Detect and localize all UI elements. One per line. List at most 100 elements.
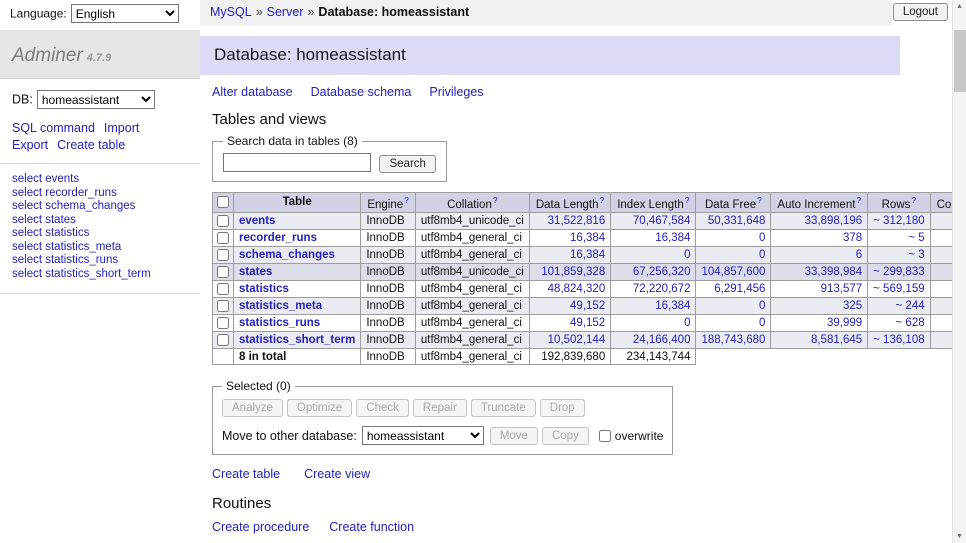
link-create-function[interactable]: Create function: [329, 520, 414, 534]
select-all-checkbox[interactable]: [217, 196, 229, 208]
data-free-link[interactable]: 0: [759, 249, 765, 261]
table-link-statistics[interactable]: statistics: [239, 283, 289, 295]
vertical-scrollbar[interactable]: ▲ ▼: [952, 0, 966, 543]
data-length-link[interactable]: 49,152: [570, 300, 605, 312]
link-create-procedure[interactable]: Create procedure: [212, 520, 309, 534]
sidebar-select-statistics-meta[interactable]: select statistics_meta: [12, 241, 188, 255]
data-length-link[interactable]: 101,859,328: [541, 266, 605, 278]
bulk-truncate-button[interactable]: Truncate: [471, 399, 536, 417]
auto-increment-link[interactable]: 39,999: [827, 317, 862, 329]
scroll-down-icon[interactable]: ▼: [953, 530, 966, 543]
rows-link[interactable]: ~ 5: [908, 232, 924, 244]
data-length-link[interactable]: 16,384: [570, 232, 605, 244]
search-button[interactable]: Search: [379, 155, 435, 173]
data-free-link[interactable]: 0: [759, 317, 765, 329]
help-link[interactable]: ?: [911, 195, 916, 205]
link-database-schema[interactable]: Database schema: [311, 85, 412, 99]
breadcrumb-server[interactable]: Server: [267, 5, 304, 19]
sidebar-select-states[interactable]: select states: [12, 214, 188, 228]
link-create-view[interactable]: Create view: [304, 467, 370, 481]
table-link-statistics-short-term[interactable]: statistics_short_term: [239, 334, 355, 346]
copy-button[interactable]: Copy: [542, 427, 589, 445]
move-button[interactable]: Move: [490, 427, 538, 445]
data-length-link[interactable]: 10,502,144: [548, 334, 606, 346]
data-length-link[interactable]: 49,152: [570, 317, 605, 329]
table-link-recorder-runs[interactable]: recorder_runs: [239, 232, 317, 244]
sidebar-select-events[interactable]: select events: [12, 173, 188, 187]
auto-increment-link[interactable]: 8,581,645: [811, 334, 862, 346]
sidebar-action-export[interactable]: Export: [12, 137, 48, 153]
language-select[interactable]: English: [71, 4, 179, 23]
row-checkbox-states[interactable]: [217, 266, 229, 278]
row-checkbox-events[interactable]: [217, 215, 229, 227]
rows-link[interactable]: ~ 3: [908, 249, 924, 261]
row-checkbox-statistics-runs[interactable]: [217, 317, 229, 329]
db-select[interactable]: homeassistant: [37, 90, 155, 109]
search-input[interactable]: [223, 153, 371, 172]
data-length-link[interactable]: 31,522,816: [548, 215, 606, 227]
data-free-link[interactable]: 6,291,456: [714, 283, 765, 295]
help-link[interactable]: ?: [685, 195, 690, 205]
data-free-link[interactable]: 0: [759, 232, 765, 244]
index-length-link[interactable]: 24,166,400: [633, 334, 691, 346]
sidebar-select-statistics[interactable]: select statistics: [12, 227, 188, 241]
sidebar-select-recorder-runs[interactable]: select recorder_runs: [12, 187, 188, 201]
auto-increment-link[interactable]: 33,398,984: [805, 266, 863, 278]
help-link[interactable]: ?: [404, 195, 409, 205]
auto-increment-link[interactable]: 378: [843, 232, 862, 244]
index-length-link[interactable]: 70,467,584: [633, 215, 691, 227]
sidebar-select-statistics-runs[interactable]: select statistics_runs: [12, 254, 188, 268]
index-length-link[interactable]: 72,220,672: [633, 283, 691, 295]
breadcrumb-mysql[interactable]: MySQL: [210, 5, 252, 19]
data-free-link[interactable]: 104,857,600: [701, 266, 765, 278]
sidebar-action-sql-command[interactable]: SQL command: [12, 120, 95, 136]
auto-increment-link[interactable]: 913,577: [821, 283, 863, 295]
row-checkbox-statistics-meta[interactable]: [217, 300, 229, 312]
table-link-statistics-meta[interactable]: statistics_meta: [239, 300, 322, 312]
overwrite-checkbox[interactable]: [599, 430, 611, 442]
move-db-select[interactable]: homeassistant: [362, 426, 484, 445]
bulk-repair-button[interactable]: Repair: [413, 399, 467, 417]
link-privileges[interactable]: Privileges: [429, 85, 483, 99]
index-length-link[interactable]: 16,384: [655, 232, 690, 244]
sidebar-action-import[interactable]: Import: [104, 120, 139, 136]
link-create-table[interactable]: Create table: [212, 467, 280, 481]
row-checkbox-statistics[interactable]: [217, 283, 229, 295]
data-free-link[interactable]: 188,743,680: [701, 334, 765, 346]
help-link[interactable]: ?: [599, 195, 604, 205]
help-link[interactable]: ?: [493, 195, 498, 205]
bulk-check-button[interactable]: Check: [356, 399, 409, 417]
sidebar-select-statistics-short-term[interactable]: select statistics_short_term: [12, 268, 188, 282]
scroll-up-icon[interactable]: ▲: [953, 0, 966, 13]
index-length-link[interactable]: 0: [684, 249, 690, 261]
auto-increment-link[interactable]: 6: [856, 249, 862, 261]
table-link-states[interactable]: states: [239, 266, 272, 278]
help-link[interactable]: ?: [757, 195, 762, 205]
rows-link[interactable]: ~ 136,108: [873, 334, 924, 346]
rows-link[interactable]: ~ 569,159: [873, 283, 924, 295]
row-checkbox-recorder-runs[interactable]: [217, 232, 229, 244]
sidebar-action-create-table[interactable]: Create table: [57, 137, 125, 153]
overwrite-option[interactable]: overwrite: [598, 429, 664, 443]
bulk-analyze-button[interactable]: Analyze: [222, 399, 283, 417]
data-length-link[interactable]: 48,824,320: [548, 283, 606, 295]
index-length-link[interactable]: 16,384: [655, 300, 690, 312]
index-length-link[interactable]: 67,256,320: [633, 266, 691, 278]
rows-link[interactable]: ~ 299,833: [873, 266, 924, 278]
rows-link[interactable]: ~ 312,180: [873, 215, 924, 227]
data-length-link[interactable]: 16,384: [570, 249, 605, 261]
scrollbar-thumb[interactable]: [954, 30, 966, 92]
data-free-link[interactable]: 0: [759, 300, 765, 312]
help-link[interactable]: ?: [856, 195, 861, 205]
table-link-schema-changes[interactable]: schema_changes: [239, 249, 335, 261]
table-link-events[interactable]: events: [239, 215, 275, 227]
link-alter-database[interactable]: Alter database: [212, 85, 293, 99]
bulk-drop-button[interactable]: Drop: [540, 399, 585, 417]
auto-increment-link[interactable]: 325: [843, 300, 862, 312]
bulk-optimize-button[interactable]: Optimize: [287, 399, 352, 417]
auto-increment-link[interactable]: 33,898,196: [805, 215, 863, 227]
row-checkbox-schema-changes[interactable]: [217, 249, 229, 261]
data-free-link[interactable]: 50,331,648: [708, 215, 766, 227]
rows-link[interactable]: ~ 244: [896, 300, 925, 312]
index-length-link[interactable]: 0: [684, 317, 690, 329]
